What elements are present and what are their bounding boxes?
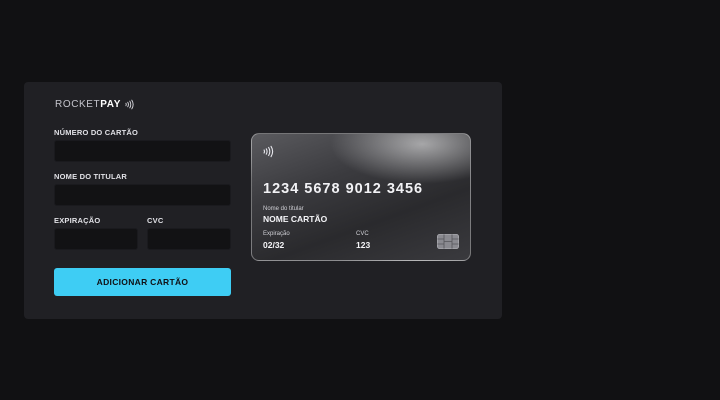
- cvc-display: 123: [356, 240, 371, 250]
- cvc-label: CVC: [147, 216, 164, 225]
- expiration-label: EXPIRAÇÃO: [54, 216, 101, 225]
- holder-name-input[interactable]: [54, 184, 231, 206]
- holder-name-display: NOME CARTÃO: [263, 214, 328, 224]
- cvc-input[interactable]: [147, 228, 231, 250]
- contactless-icon: [125, 99, 136, 110]
- rocketpay-logo: ROCKET PAY: [55, 98, 136, 110]
- add-card-panel: ROCKET PAY NÚMERO DO CARTÃO NOME DO TITUL…: [24, 82, 502, 319]
- expiration-caption: Expiração: [263, 231, 290, 237]
- expiration-input[interactable]: [54, 228, 138, 250]
- contactless-icon: [263, 145, 276, 163]
- holder-name-label: NOME DO TITULAR: [54, 172, 127, 181]
- logo-text-pay: PAY: [100, 98, 121, 110]
- card-number-display: 1234 5678 9012 3456: [263, 181, 424, 197]
- cvc-caption: CVC: [356, 231, 369, 237]
- card-number-input[interactable]: [54, 140, 231, 162]
- expiration-display: 02/32: [263, 240, 285, 250]
- add-card-button[interactable]: ADICIONAR CARTÃO: [54, 268, 231, 296]
- holder-name-caption: Nome do titular: [263, 206, 304, 212]
- card-chip-icon: [437, 234, 459, 254]
- logo-text-rocket: ROCKET: [55, 98, 101, 110]
- card-preview: 1234 5678 9012 3456 Nome do titular NOME…: [251, 133, 471, 261]
- card-number-label: NÚMERO DO CARTÃO: [54, 128, 139, 137]
